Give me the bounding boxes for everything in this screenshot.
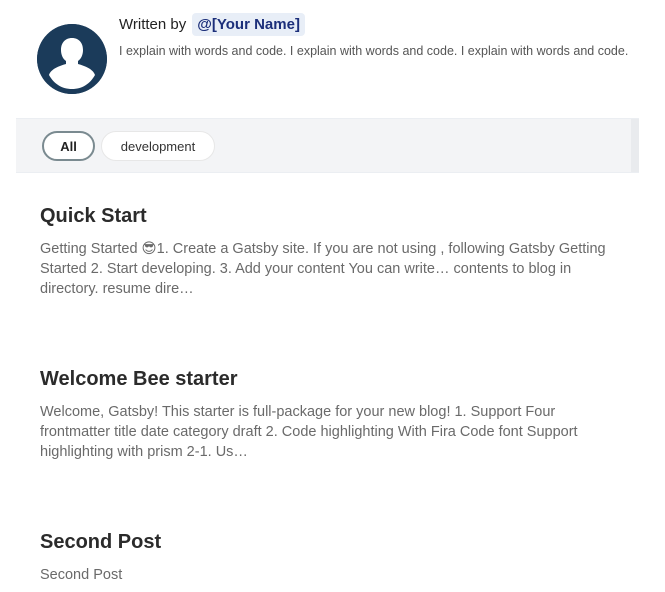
author-bio: Written by @[Your Name] I explain with w… bbox=[37, 10, 637, 106]
category-bar-edge bbox=[631, 119, 639, 172]
author-name-link[interactable]: @[Your Name] bbox=[192, 12, 305, 36]
post-title[interactable]: Welcome Bee starter bbox=[40, 366, 620, 392]
user-silhouette-icon bbox=[37, 24, 107, 94]
post-title[interactable]: Quick Start bbox=[40, 203, 620, 229]
post-excerpt: Getting Started 😎1. Create a Gatsby site… bbox=[40, 241, 606, 297]
post-item: Welcome Bee starter Welcome, Gatsby! Thi… bbox=[40, 366, 620, 462]
post-item: Quick Start Getting Started 😎1. Create a… bbox=[40, 203, 620, 299]
post-excerpt: Second Post bbox=[40, 567, 123, 583]
category-tab-development[interactable]: development bbox=[101, 131, 215, 161]
written-by-row: Written by @[Your Name] bbox=[119, 10, 629, 38]
bio-description: I explain with words and code. I explain… bbox=[119, 44, 629, 58]
bio-text: Written by @[Your Name] I explain with w… bbox=[119, 10, 629, 60]
post-excerpt: Welcome, Gatsby! This starter is full-pa… bbox=[40, 404, 578, 460]
avatar bbox=[37, 24, 107, 94]
category-bar: All development bbox=[16, 118, 639, 173]
category-tab-all[interactable]: All bbox=[42, 131, 95, 161]
post-title[interactable]: Second Post bbox=[40, 529, 620, 555]
post-item: Second Post Second Post bbox=[40, 529, 620, 585]
written-by-label: Written by bbox=[119, 15, 187, 33]
